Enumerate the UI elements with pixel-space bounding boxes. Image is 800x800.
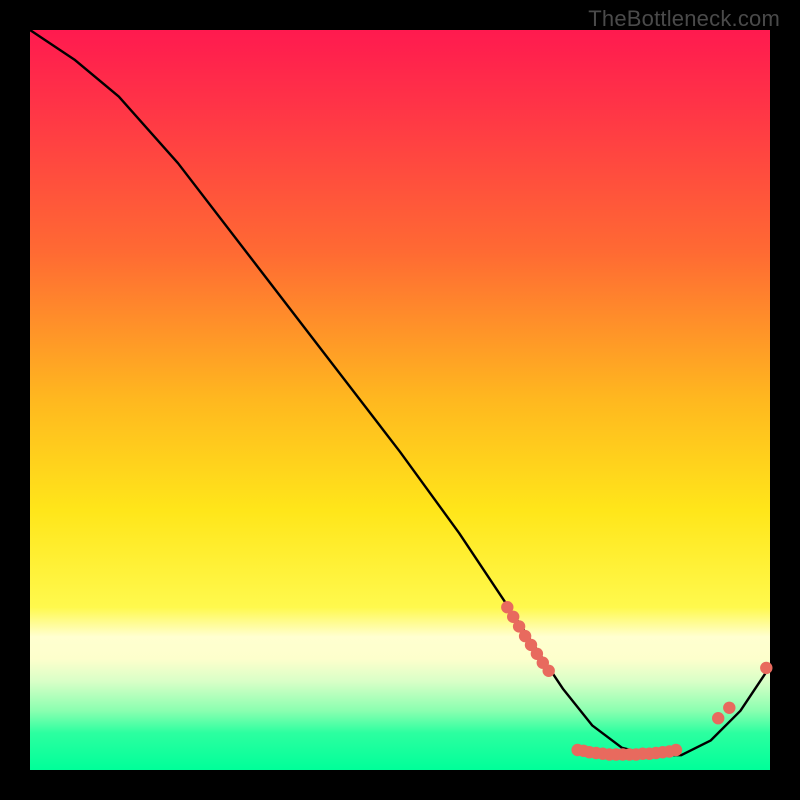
watermark-text: TheBottleneck.com (588, 6, 780, 32)
data-marker (723, 702, 735, 714)
bottleneck-curve (30, 30, 770, 755)
data-marker (670, 744, 682, 756)
data-marker (543, 665, 555, 677)
data-marker (712, 712, 724, 724)
chart-svg (30, 30, 770, 770)
data-marker (760, 662, 772, 674)
markers-group (501, 601, 772, 761)
chart-frame: TheBottleneck.com (0, 0, 800, 800)
